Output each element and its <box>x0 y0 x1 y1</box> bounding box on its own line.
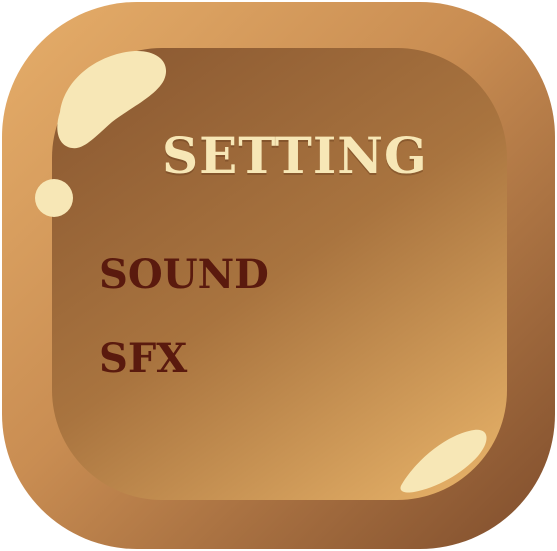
panel-frame <box>2 2 555 549</box>
sfx-option[interactable]: SFX <box>99 334 187 384</box>
settings-panel: SETTING SOUND SFX <box>0 0 557 551</box>
sound-option[interactable]: SOUND <box>99 250 269 300</box>
panel-title: SETTING <box>162 126 428 185</box>
gloss-highlight-dot <box>35 179 73 217</box>
